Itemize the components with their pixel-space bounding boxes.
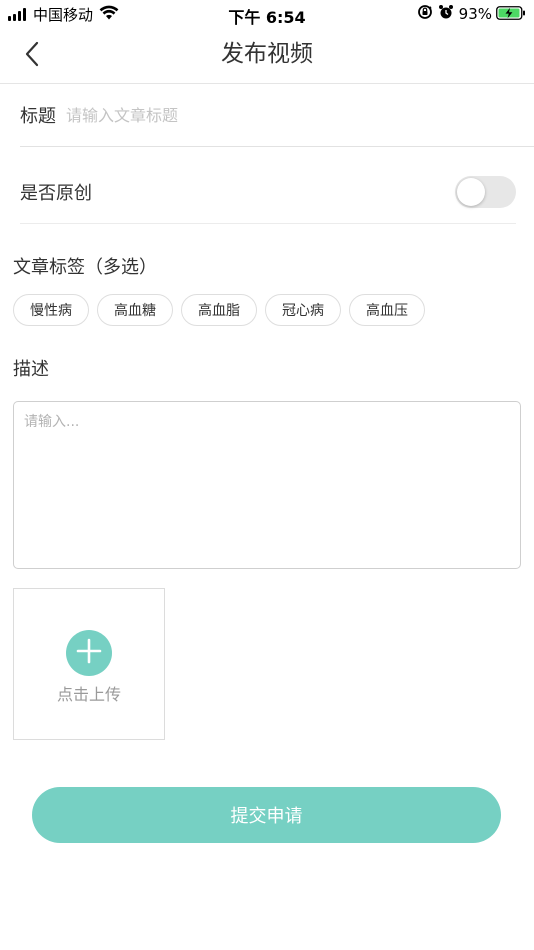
battery-charging-icon (496, 5, 526, 24)
original-label: 是否原创 (20, 182, 92, 204)
title-label: 标题 (20, 106, 56, 127)
tag-list: 慢性病 高血糖 高血脂 冠心病 高血压 (13, 294, 433, 326)
nav-bar: 发布视频 (0, 28, 534, 84)
original-row: 是否原创 (20, 160, 516, 224)
original-toggle[interactable] (455, 175, 516, 208)
plus-icon (76, 638, 102, 668)
upload-circle (66, 630, 112, 676)
description-input[interactable] (13, 401, 521, 569)
submit-button[interactable]: 提交申请 (32, 787, 501, 843)
title-input[interactable] (66, 105, 534, 125)
upload-label: 点击上传 (56, 685, 121, 704)
tag-chip[interactable]: 高血脂 (181, 294, 257, 326)
page-title: 发布视频 (221, 41, 313, 67)
tag-chip[interactable]: 冠心病 (265, 294, 341, 326)
chevron-left-icon (24, 41, 40, 71)
status-right: 93% (417, 4, 526, 24)
battery-percent: 93% (458, 5, 492, 23)
orientation-lock-icon (417, 4, 433, 24)
tag-chip[interactable]: 高血压 (349, 294, 425, 326)
toggle-knob (457, 177, 485, 206)
tag-chip[interactable]: 高血糖 (97, 294, 173, 326)
status-bar: 中国移动 下午 6:54 93% (0, 0, 534, 28)
tag-chip[interactable]: 慢性病 (13, 294, 89, 326)
alarm-icon (438, 4, 454, 24)
back-button[interactable] (14, 38, 50, 74)
tags-label: 文章标签（多选） (13, 257, 157, 278)
upload-button[interactable]: 点击上传 (13, 588, 165, 740)
description-label: 描述 (13, 359, 49, 380)
title-row: 标题 (20, 84, 534, 147)
